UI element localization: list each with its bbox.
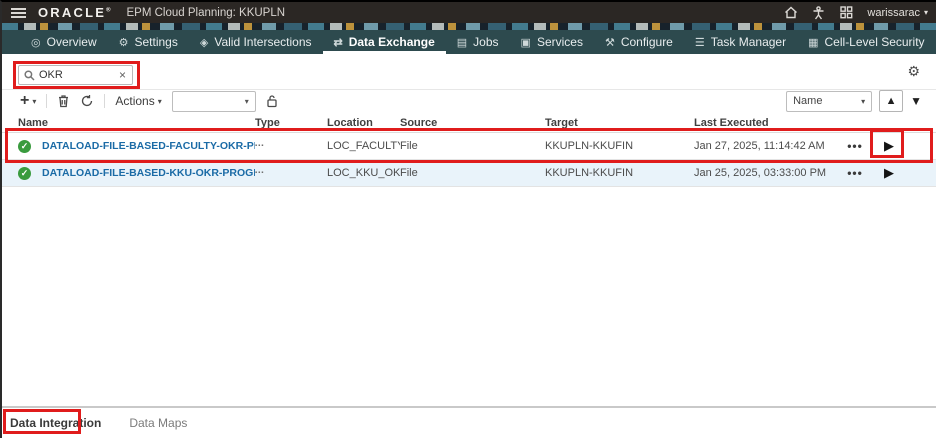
trash-icon [59, 95, 69, 108]
search-box[interactable]: × [18, 65, 133, 85]
chevron-down-icon: ▾ [244, 96, 249, 106]
tab-jobs[interactable]: ▤ Jobs [446, 30, 510, 54]
exchange-arrows-icon: ⇄ [333, 36, 343, 49]
home-icon[interactable] [783, 5, 798, 20]
clear-search-icon[interactable]: × [119, 69, 126, 81]
tab-overview[interactable]: ◎ Overview [20, 30, 108, 54]
accessibility-icon[interactable] [811, 5, 826, 20]
registered-mark: ® [106, 7, 111, 14]
tab-cell-level-security[interactable]: ▦ Cell-Level Security [797, 30, 935, 54]
app-title: EPM Cloud Planning: KKUPLN [126, 6, 286, 19]
integration-toolbar: + ▾ Actions ▾ ▾ Name ▾ ▲ ▼ [2, 90, 936, 112]
gear-icon: ⚙ [118, 36, 129, 49]
tab-configure[interactable]: ⚒ Configure [594, 30, 684, 54]
top-bar: ORACLE® EPM Cloud Planning: KKUPLN waris… [2, 2, 936, 23]
integration-name-link[interactable]: DATALOAD-FILE-BASED-FACULTY-OKR-PROGRESS [42, 140, 255, 152]
filter-dropdown[interactable]: ▾ [171, 90, 256, 112]
sort-descending-button[interactable]: ▼ [910, 94, 922, 108]
tab-settings[interactable]: ⚙ Settings [108, 30, 189, 54]
table-header: Name Type Location Source Target Last Ex… [2, 113, 936, 133]
integration-type-icon: ▪▪▪ [255, 170, 265, 176]
tab-data-exchange[interactable]: ⇄ Data Exchange [322, 30, 447, 58]
success-check-icon: ✓ [18, 139, 31, 153]
tab-data-integration[interactable]: Data Integration [2, 416, 115, 430]
search-input[interactable] [35, 69, 119, 81]
chevron-down-icon: ▾ [861, 96, 866, 106]
run-integration-button[interactable]: ▶ [870, 138, 908, 154]
tab-valid-intersections[interactable]: ◈ Valid Intersections [189, 30, 323, 54]
app-grid-icon[interactable] [839, 5, 854, 20]
divider [46, 94, 48, 108]
page-settings-gear-icon[interactable]: ⚙ [907, 64, 920, 78]
table-row[interactable]: ✓ DATALOAD-FILE-BASED-FACULTY-OKR-PROGRE… [2, 133, 936, 160]
tab-data-maps[interactable]: Data Maps [115, 416, 201, 430]
sort-ascending-button[interactable]: ▲ [879, 90, 904, 112]
tab-task-manager[interactable]: ☰ Task Manager [684, 30, 797, 54]
divider [104, 94, 106, 108]
tools-icon: ⚒ [604, 36, 615, 49]
chevron-down-icon: ▾ [157, 96, 162, 106]
refresh-icon [82, 95, 93, 107]
checklist-icon: ☰ [694, 36, 705, 49]
cell-target: KKUPLN-KKUFIN [545, 140, 634, 152]
integration-name-link[interactable]: DATALOAD-FILE-BASED-KKU-OKR-PROGRESS [42, 167, 255, 179]
table-row[interactable]: ✓ DATALOAD-FILE-BASED-KKU-OKR-PROGRESS ▪… [2, 160, 936, 187]
run-integration-button[interactable]: ▶ [870, 165, 908, 181]
cell-last-executed: Jan 27, 2025, 11:14:42 AM [694, 140, 825, 152]
column-header-last-executed[interactable]: Last Executed [694, 117, 840, 129]
chevron-down-icon: ▾ [923, 8, 928, 17]
more-actions-icon[interactable]: ••• [840, 139, 870, 153]
sort-field-dropdown[interactable]: Name ▾ [786, 90, 873, 112]
cell-location: LOC_KKU_OKR_PROG [327, 167, 400, 179]
user-menu[interactable]: warissarac ▾ [867, 7, 928, 19]
background-banner [2, 23, 936, 30]
user-name: warissarac [867, 6, 920, 19]
column-header-target[interactable]: Target [545, 117, 694, 129]
tab-services[interactable]: ▣ Services [510, 30, 594, 54]
integration-type-icon: ▪▪▪ [255, 143, 265, 149]
cell-source: File [400, 167, 418, 179]
create-integration-button[interactable]: + ▾ [20, 93, 36, 109]
cell-source: File [400, 140, 418, 152]
overview-icon: ◎ [31, 36, 41, 49]
column-header-source[interactable]: Source [400, 117, 545, 129]
search-icon [24, 69, 35, 81]
menu-icon[interactable] [11, 7, 26, 18]
delete-button[interactable] [57, 94, 70, 108]
main-navigation: ◎ Overview ⚙ Settings ◈ Valid Intersections… [2, 30, 936, 58]
cell-location: LOC_FACULTY_OKR_PR... [327, 140, 400, 152]
actions-menu-button[interactable]: Actions ▾ [115, 94, 161, 108]
column-header-type[interactable]: Type [255, 117, 327, 129]
success-check-icon: ✓ [18, 166, 31, 180]
column-header-location[interactable]: Location [327, 117, 400, 129]
more-actions-icon[interactable]: ••• [840, 166, 870, 180]
grid-lock-icon: ▦ [808, 36, 819, 49]
cell-target: KKUPLN-KKUFIN [545, 167, 634, 179]
footer-tab-bar: Data Integration Data Maps [2, 408, 936, 438]
chevron-down-icon: ▾ [32, 96, 37, 106]
refresh-button[interactable] [80, 94, 94, 108]
services-box-icon: ▣ [520, 36, 531, 49]
column-header-name[interactable]: Name [18, 117, 255, 129]
oracle-logo: ORACLE® [38, 5, 111, 20]
unlock-icon [267, 95, 277, 108]
clipboard-icon: ▤ [456, 36, 468, 49]
lock-button[interactable] [266, 94, 278, 108]
intersections-icon: ◈ [199, 36, 209, 49]
cell-last-executed: Jan 25, 2025, 03:33:00 PM [694, 167, 827, 179]
